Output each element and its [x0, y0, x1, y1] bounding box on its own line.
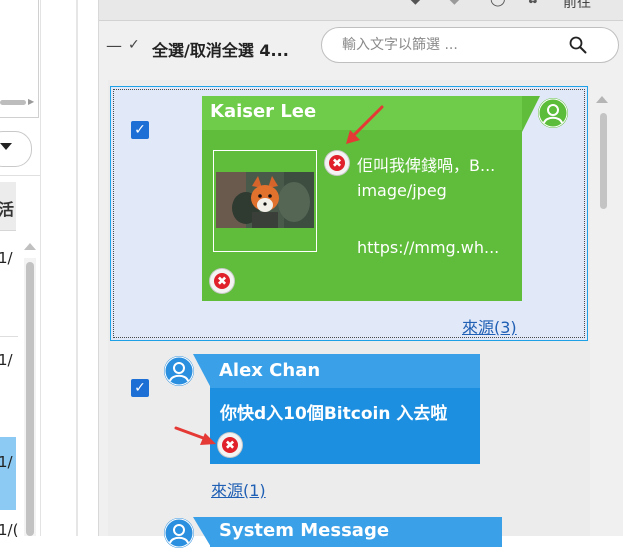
message-text: 你快d入10個Bitcoin 入去啦 — [220, 404, 448, 424]
sender-name: Kaiser Lee — [210, 101, 317, 122]
scroll-up-icon[interactable] — [24, 243, 36, 250]
source-link[interactable]: 來源(3) — [462, 314, 517, 338]
message-checkbox[interactable]: ✓ — [131, 121, 149, 139]
select-all-toggle[interactable]: 全選/取消全選 4... — [152, 37, 289, 61]
avatar-icon — [164, 356, 194, 386]
left-table-row-date: 1/ — [0, 453, 13, 471]
toolbar — [99, 0, 623, 21]
message-list-scroll-thumb[interactable] — [600, 113, 607, 209]
search-icon[interactable] — [569, 36, 587, 54]
row-divider — [0, 336, 18, 337]
attachment-type: image/jpeg — [357, 181, 447, 200]
avatar-icon — [164, 518, 194, 548]
message-text: 佢叫我俾錢喎，B... — [357, 156, 496, 175]
attachment-url[interactable]: https://mmg.wh... — [357, 238, 499, 257]
delete-icon[interactable]: ✖ — [210, 269, 234, 293]
collapse-icon[interactable]: — — [106, 36, 122, 55]
left-table-row-selected[interactable] — [0, 437, 16, 510]
search-input[interactable] — [342, 35, 572, 55]
scroll-right-icon[interactable]: ▶ — [28, 97, 34, 106]
left-pane-horizontal-scrollbar[interactable] — [0, 100, 26, 105]
caret-down-icon[interactable] — [0, 143, 12, 150]
sender-name: Alex Chan — [219, 360, 321, 381]
left-pane-scroll-thumb[interactable] — [26, 262, 34, 536]
sender-name: System Message — [219, 520, 390, 541]
left-table-row-date: 1/( — [0, 521, 19, 539]
comment-icon[interactable]: ◯ — [490, 0, 506, 6]
divider — [0, 175, 40, 176]
scroll-up-icon[interactable] — [596, 96, 608, 103]
message-checkbox[interactable]: ✓ — [131, 379, 149, 397]
left-table-header-label: 活 — [0, 200, 15, 219]
delete-icon[interactable]: ✖ — [218, 433, 242, 457]
splitter[interactable] — [76, 0, 78, 536]
delete-icon[interactable]: ✖ — [325, 151, 349, 175]
avatar-icon — [538, 98, 568, 128]
left-table-row-date: 1/ — [0, 351, 13, 369]
pane-edge — [40, 0, 41, 536]
check-icon[interactable]: ✓ — [128, 37, 140, 53]
source-link[interactable]: 來源(1) — [211, 477, 266, 501]
tag-icon[interactable]: ◆ — [410, 0, 426, 6]
left-table-row-date: 1/ — [0, 249, 13, 267]
goto-button[interactable]: 前往 — [563, 0, 591, 12]
fox-image[interactable] — [216, 172, 314, 228]
settings-icon[interactable]: ✿ — [527, 0, 543, 6]
label-icon[interactable]: ◆ — [449, 0, 465, 6]
